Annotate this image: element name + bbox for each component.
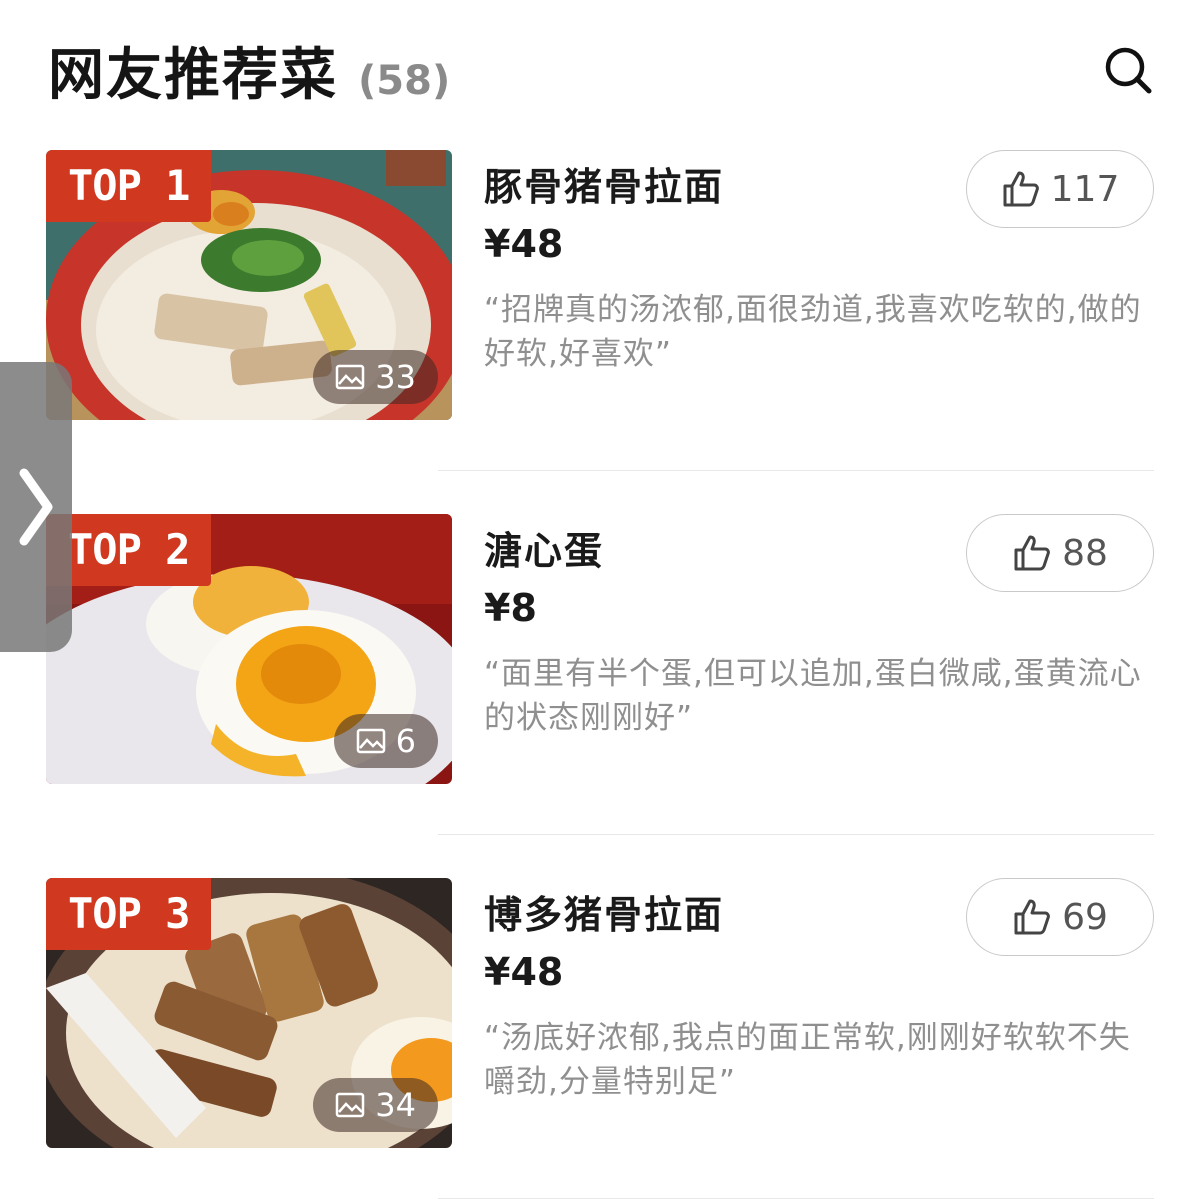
like-button[interactable]: 88: [966, 514, 1154, 592]
image-icon: [336, 1092, 365, 1118]
page-title: 网友推荐菜: [48, 42, 338, 108]
recommended-dishes-page: 网友推荐菜 (58) TOP 1 33 豚骨猪骨拉面 ¥48 “招牌真的汤浓郁,…: [0, 0, 1200, 1200]
like-count: 69: [1062, 896, 1108, 938]
side-panel-toggle[interactable]: [0, 362, 72, 652]
rank-badge: TOP 3: [46, 878, 212, 950]
thumbs-up-icon: [1014, 535, 1050, 571]
dish-price: ¥48: [484, 950, 564, 994]
dish-price: ¥48: [484, 222, 564, 266]
chevron-right-icon: [19, 468, 53, 546]
thumbs-up-icon: [1003, 171, 1039, 207]
photo-count-pill[interactable]: 33: [313, 350, 438, 404]
photo-count: 33: [375, 358, 416, 396]
dish-item[interactable]: TOP 2 6 溏心蛋 ¥8 “面里有半个蛋,但可以追加,蛋白微咸,蛋黄流心的状…: [46, 514, 1154, 784]
dish-photo[interactable]: TOP 2 6: [46, 514, 452, 784]
header-title-group: 网友推荐菜 (58): [48, 30, 450, 111]
like-button[interactable]: 69: [966, 878, 1154, 956]
header: 网友推荐菜 (58): [48, 30, 1154, 110]
dish-price: ¥8: [484, 586, 537, 630]
like-button[interactable]: 117: [966, 150, 1154, 228]
dish-name[interactable]: 博多猪骨拉面: [484, 884, 724, 939]
photo-count-pill[interactable]: 34: [313, 1078, 438, 1132]
photo-count: 34: [375, 1086, 416, 1124]
dish-photo[interactable]: TOP 3 34: [46, 878, 452, 1148]
dish-count: (58): [358, 57, 451, 104]
thumbs-up-icon: [1014, 899, 1050, 935]
dish-review: “面里有半个蛋,但可以追加,蛋白微咸,蛋黄流心的状态刚刚好”: [484, 656, 1142, 736]
like-count: 88: [1062, 532, 1108, 574]
dish-photo[interactable]: TOP 1 33: [46, 150, 452, 420]
image-icon: [356, 728, 385, 754]
divider: [438, 1198, 1154, 1199]
dish-item[interactable]: TOP 1 33 豚骨猪骨拉面 ¥48 “招牌真的汤浓郁,面很劲道,我喜欢吃软的…: [46, 150, 1154, 420]
divider: [438, 470, 1154, 471]
rank-badge: TOP 1: [46, 150, 212, 222]
divider: [438, 834, 1154, 835]
dish-name[interactable]: 豚骨猪骨拉面: [484, 156, 724, 211]
dish-name[interactable]: 溏心蛋: [484, 520, 604, 575]
search-icon: [1105, 47, 1152, 94]
image-icon: [336, 364, 365, 390]
dish-review: “汤底好浓郁,我点的面正常软,刚刚好软软不失嚼劲,分量特别足”: [484, 1020, 1131, 1100]
dish-review: “招牌真的汤浓郁,面很劲道,我喜欢吃软的,做的好软,好喜欢”: [484, 292, 1142, 372]
dish-item[interactable]: TOP 3 34 博多猪骨拉面 ¥48 “汤底好浓郁,我点的面正常软,刚刚好软软…: [46, 878, 1154, 1148]
photo-count-pill[interactable]: 6: [333, 714, 438, 768]
like-count: 117: [1050, 168, 1120, 210]
search-button[interactable]: [1102, 44, 1154, 96]
photo-count: 6: [395, 722, 416, 760]
